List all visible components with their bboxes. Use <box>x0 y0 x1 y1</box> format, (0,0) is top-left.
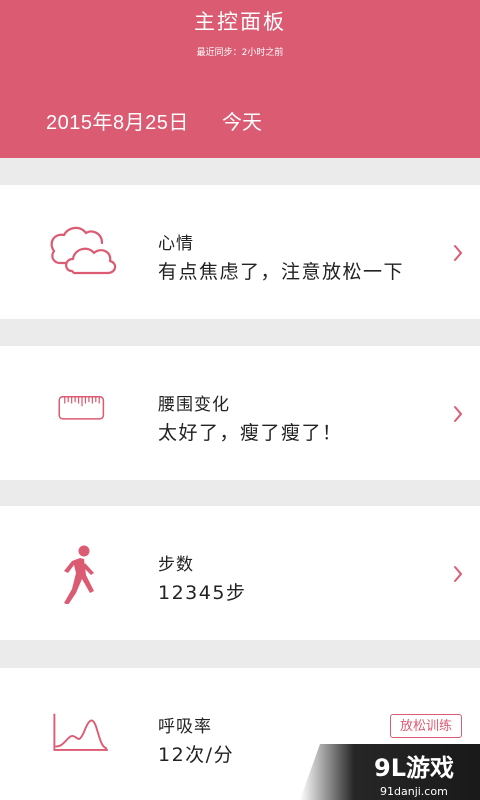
sync-status: 最近同步：2小时之前 <box>196 48 284 58</box>
waist-label: 腰围变化 <box>158 395 230 415</box>
page-title: 主控面板 <box>194 10 286 34</box>
ruler-icon <box>58 396 105 420</box>
relax-training-button[interactable]: 放松训练 <box>390 714 462 738</box>
steps-label: 步数 <box>158 555 194 575</box>
chevron-right-icon[interactable] <box>450 243 466 263</box>
mood-label: 心情 <box>158 234 194 254</box>
steps-card[interactable]: 步数 12345步 <box>0 506 480 640</box>
waist-card[interactable]: 腰围变化 太好了，瘦了瘦了！ <box>0 346 480 480</box>
mood-card[interactable]: 心情 有点焦虑了，注意放松一下 <box>0 185 480 319</box>
chevron-right-icon[interactable] <box>450 404 466 424</box>
today-label[interactable]: 今天 <box>222 106 262 135</box>
dashboard-header: 主控面板 最近同步：2小时之前 2015年8月25日 今天 <box>0 0 480 158</box>
steps-value: 12345步 <box>158 582 247 604</box>
cloud-icon <box>50 226 117 275</box>
walking-person-icon <box>64 545 94 604</box>
watermark-logo: 9L游戏 <box>374 754 454 782</box>
chevron-right-icon[interactable] <box>450 564 466 584</box>
waist-value: 太好了，瘦了瘦了！ <box>158 422 343 444</box>
mood-value: 有点焦虑了，注意放松一下 <box>158 261 405 283</box>
breathing-value: 12次/分 <box>158 744 235 766</box>
breathing-label: 呼吸率 <box>158 717 212 737</box>
site-watermark: 9L游戏 91danji.com <box>300 744 480 800</box>
current-date[interactable]: 2015年8月25日 <box>46 106 189 135</box>
watermark-url: 91danji.com <box>380 785 448 798</box>
breathing-chart-icon <box>53 713 108 751</box>
